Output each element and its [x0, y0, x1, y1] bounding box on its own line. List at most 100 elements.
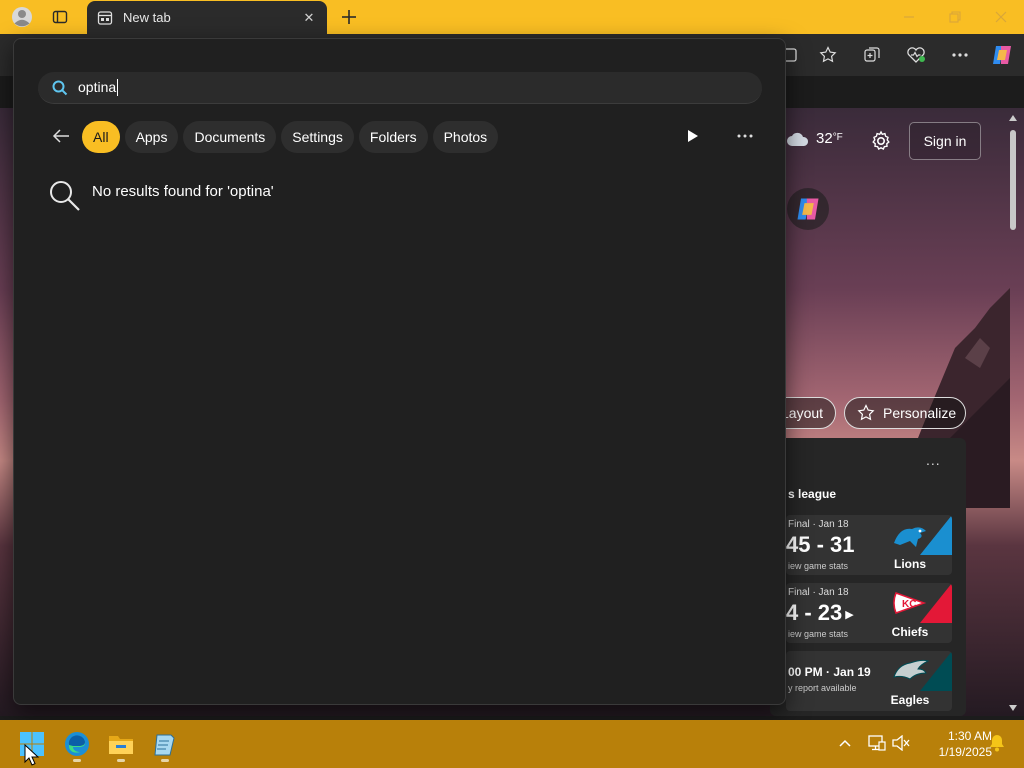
play-arrow-icon: ▶	[845, 608, 854, 621]
personalize-icon	[857, 404, 875, 421]
taskbar-edge[interactable]	[57, 724, 97, 764]
game-stats-link[interactable]: iew game stats	[788, 561, 848, 571]
filter-folders[interactable]: Folders	[358, 121, 428, 153]
start-search-flyout: optina All Apps Documents Settings Folde…	[13, 38, 786, 705]
plus-icon	[342, 10, 356, 24]
search-options-button[interactable]	[732, 125, 758, 147]
taskbar-file-explorer[interactable]	[101, 724, 141, 764]
running-indicator	[161, 759, 169, 762]
browser-title-bar: New tab ✕	[0, 0, 1024, 34]
taskbar-clock[interactable]: 1:30 AM 1/19/2025	[916, 728, 992, 760]
new-tab-button[interactable]	[336, 4, 362, 30]
text-caret	[117, 79, 119, 97]
tab-actions-icon[interactable]	[46, 4, 74, 30]
page-settings-button[interactable]	[866, 126, 896, 156]
game-card[interactable]: Final · Jan 18 4 - 23 ▶ iew game stats KC…	[786, 583, 952, 643]
restore-button[interactable]	[932, 0, 978, 34]
bell-icon	[990, 735, 1004, 752]
tab-title: New tab	[123, 10, 171, 25]
search-query: optina	[78, 78, 117, 95]
sign-in-button[interactable]: Sign in	[909, 122, 981, 160]
favorites-icon[interactable]	[814, 42, 842, 68]
show-hidden-icons-button[interactable]	[834, 732, 856, 754]
edge-icon	[65, 732, 89, 756]
cloud-icon	[787, 132, 809, 146]
search-filter-bar: All Apps Documents Settings Folders Phot…	[82, 121, 499, 153]
network-icon	[868, 735, 886, 751]
more-icon[interactable]	[946, 42, 974, 68]
profile-icon[interactable]	[8, 4, 36, 30]
play-icon	[688, 130, 698, 142]
volume-status[interactable]	[890, 732, 912, 754]
close-window-button[interactable]	[978, 0, 1024, 34]
team-name: Chiefs	[891, 625, 929, 639]
back-arrow-icon	[52, 129, 69, 143]
filter-all[interactable]: All	[82, 121, 120, 153]
search-query-text: optina	[78, 78, 119, 97]
game-score: 45 - 31	[786, 532, 855, 557]
browser-essentials-icon[interactable]	[902, 42, 930, 68]
chiefs-logo-icon: KC	[893, 592, 927, 614]
restore-icon	[949, 11, 961, 23]
copilot-page-button[interactable]	[787, 188, 829, 230]
sports-league-title: s league	[788, 487, 837, 501]
game-card[interactable]: Final · Jan 18 45 - 31 iew game stats Li…	[786, 515, 952, 575]
minimize-button[interactable]	[886, 0, 932, 34]
injury-report-link[interactable]: y report available	[788, 683, 857, 693]
weather-unit: °F	[832, 132, 843, 143]
game-status: Final · Jan 18	[788, 519, 849, 530]
file-explorer-icon	[109, 736, 133, 754]
scroll-down-icon[interactable]	[1008, 704, 1018, 712]
filter-settings[interactable]: Settings	[281, 121, 354, 153]
volume-muted-icon	[892, 735, 910, 751]
taskbar-notepad[interactable]	[145, 724, 185, 764]
back-button[interactable]	[48, 123, 74, 149]
search-input[interactable]: optina	[38, 72, 762, 104]
no-results-message: No results found for 'optina'	[92, 183, 274, 200]
filter-apps[interactable]: Apps	[124, 121, 179, 153]
new-tab-page-icon	[97, 10, 113, 25]
clock-date: 1/19/2025	[938, 745, 992, 759]
more-filters-button[interactable]	[682, 125, 704, 147]
scroll-thumb[interactable]	[1010, 130, 1016, 230]
close-icon	[995, 11, 1007, 23]
sports-card-more-icon[interactable]: ...	[926, 452, 941, 468]
game-score-value: 4 - 23	[786, 600, 843, 625]
no-results-search-icon	[50, 181, 80, 211]
running-indicator	[117, 759, 125, 762]
chevron-up-icon	[839, 739, 851, 747]
minimize-icon	[904, 16, 914, 18]
tab-close-icon[interactable]: ✕	[301, 10, 317, 26]
filter-documents[interactable]: Documents	[183, 121, 277, 153]
search-icon	[52, 80, 68, 95]
copilot-icon[interactable]	[988, 42, 1016, 68]
collections-icon[interactable]	[858, 42, 886, 68]
gear-icon	[872, 130, 890, 150]
notepad-icon	[154, 734, 175, 756]
personalize-button[interactable]: Personalize	[844, 397, 966, 429]
layout-label: Layout	[781, 405, 824, 421]
personalize-label: Personalize	[883, 405, 957, 421]
weather-widget[interactable]: 32 °F	[786, 130, 843, 147]
weather-temp: 32	[816, 130, 833, 147]
game-stats-link[interactable]: iew game stats	[788, 629, 848, 639]
tab-new-tab[interactable]: New tab ✕	[87, 1, 327, 34]
game-card[interactable]: 00 PM · Jan 19 y report available Eagles	[786, 651, 952, 711]
more-icon	[737, 134, 753, 138]
eagles-logo-icon	[893, 659, 930, 680]
notifications-button[interactable]	[986, 732, 1008, 754]
clock-time: 1:30 AM	[947, 729, 992, 743]
page-scrollbar[interactable]	[1006, 112, 1020, 714]
running-indicator	[73, 759, 81, 762]
mouse-cursor-icon	[24, 744, 40, 766]
taskbar: 1:30 AM 1/19/2025	[0, 720, 1024, 768]
game-status: Final · Jan 18	[788, 587, 849, 598]
filter-photos[interactable]: Photos	[432, 121, 499, 153]
game-status: 00 PM · Jan 19	[788, 665, 871, 679]
game-score: 4 - 23 ▶	[786, 600, 854, 626]
network-status[interactable]	[866, 732, 888, 754]
svg-text:KC: KC	[902, 599, 916, 610]
copilot-icon	[797, 198, 819, 220]
lions-logo-icon	[894, 527, 926, 547]
scroll-up-icon[interactable]	[1008, 114, 1018, 122]
